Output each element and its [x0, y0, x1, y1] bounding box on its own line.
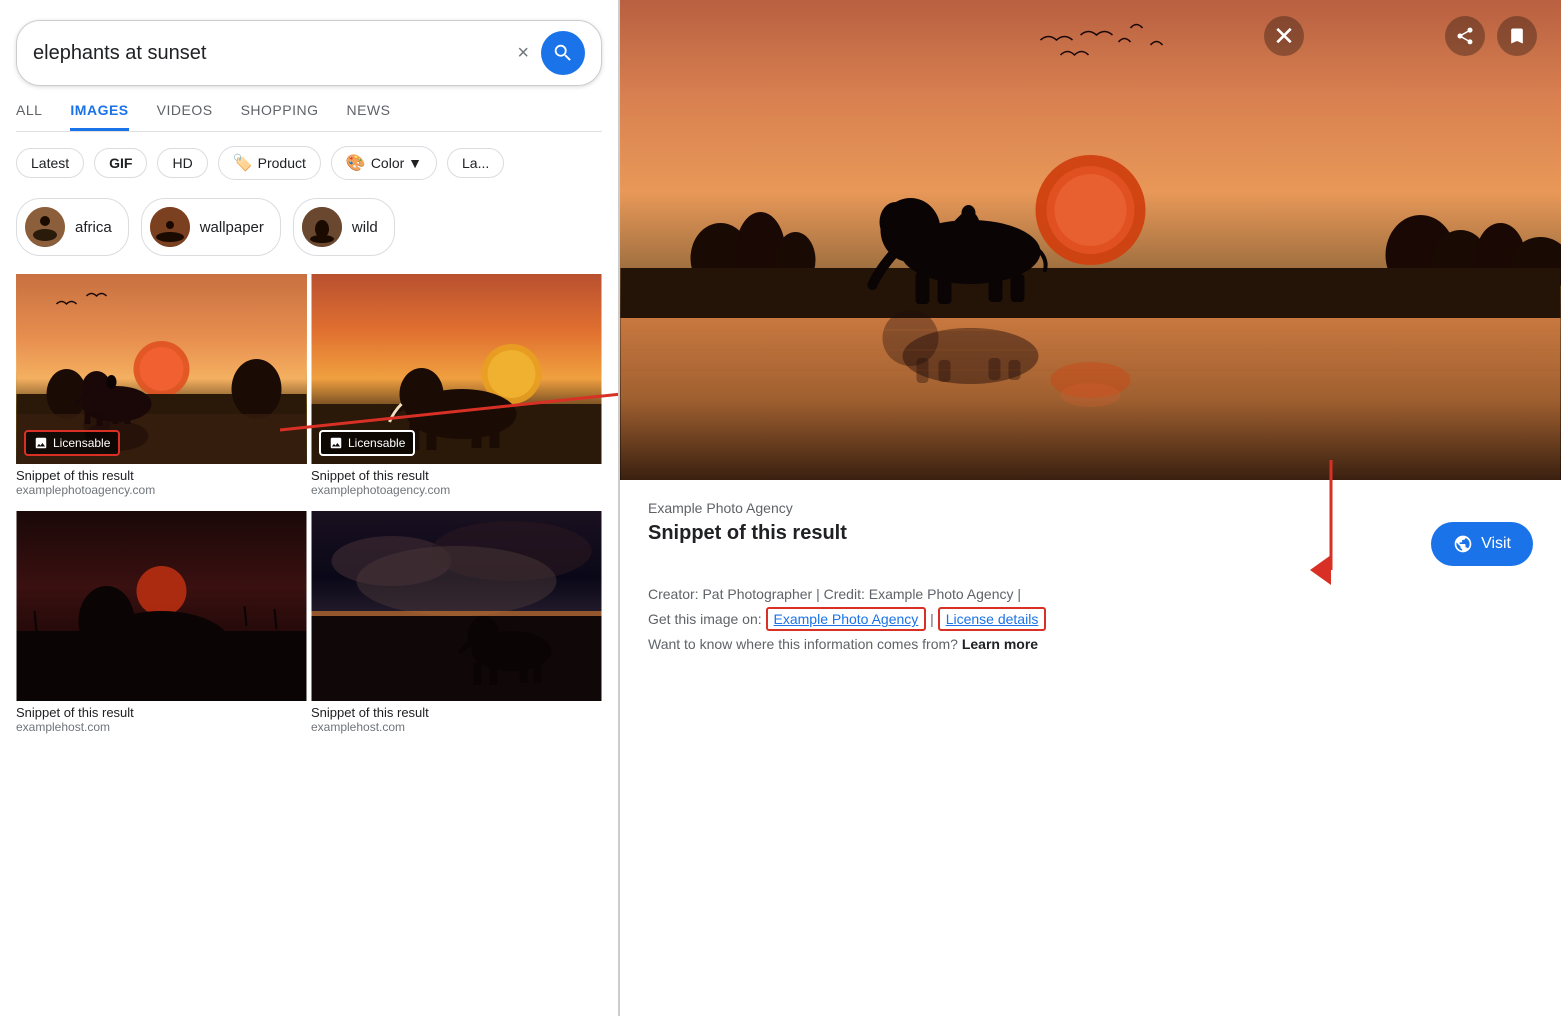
nav-tabs: ALL IMAGES VIDEOS SHOPPING NEWS: [16, 102, 602, 132]
licensable-badge-1: Licensable: [24, 430, 120, 456]
grid-caption-1: Snippet of this result: [16, 468, 307, 483]
header-actions: [1445, 16, 1537, 56]
search-clear-icon[interactable]: ×: [517, 42, 529, 65]
grid-item-3[interactable]: Snippet of this result examplehost.com: [16, 511, 307, 744]
search-bar: ×: [16, 20, 602, 86]
grid-caption-3: Snippet of this result: [16, 705, 307, 720]
meta-line2: Get this image on: Example Photo Agency …: [648, 607, 1533, 632]
licensable-badge-2: Licensable: [319, 430, 415, 456]
meta-learn-more[interactable]: Learn more: [962, 636, 1038, 652]
filter-more-label: La...: [462, 155, 489, 171]
licensable-label-1: Licensable: [53, 436, 110, 450]
grid-item-1[interactable]: Licensable Snippet of this result exampl…: [16, 274, 307, 507]
tab-all[interactable]: ALL: [16, 102, 42, 131]
detail-title-row: Snippet of this result Visit: [648, 522, 1533, 566]
grid-source-4: examplehost.com: [311, 720, 602, 734]
licensable-icon-2: [329, 436, 343, 450]
grid-caption-2: Snippet of this result: [311, 468, 602, 483]
filter-hd-label: HD: [172, 155, 192, 171]
tab-videos[interactable]: VIDEOS: [157, 102, 213, 131]
africa-thumb-icon: [25, 207, 65, 247]
chip-img-africa: [25, 207, 65, 247]
related-chip-africa[interactable]: africa: [16, 198, 129, 256]
product-icon: 🏷️: [233, 153, 253, 173]
search-button[interactable]: [541, 31, 585, 75]
tab-news[interactable]: NEWS: [346, 102, 390, 131]
detail-header: ✕: [1240, 0, 1561, 72]
chip-wild-label: wild: [352, 219, 378, 236]
share-button[interactable]: [1445, 16, 1485, 56]
visit-label: Visit: [1481, 535, 1511, 553]
chip-img-wallpaper: [150, 207, 190, 247]
filter-latest-label: Latest: [31, 155, 69, 171]
tab-images[interactable]: IMAGES: [70, 102, 128, 131]
chip-africa-label: africa: [75, 219, 112, 236]
detail-hero-svg: [620, 0, 1561, 480]
detail-hero-image: [620, 0, 1561, 480]
search-input[interactable]: [33, 42, 517, 65]
image-grid: Licensable Snippet of this result exampl…: [16, 274, 602, 744]
detail-title: Snippet of this result: [648, 522, 847, 545]
filter-color[interactable]: 🎨 Color ▼: [331, 146, 437, 180]
filter-more[interactable]: La...: [447, 148, 504, 178]
filter-gif-label: GIF: [109, 155, 132, 171]
filter-gif[interactable]: GIF: [94, 148, 147, 178]
grid-source-1: examplephotoagency.com: [16, 483, 307, 497]
visit-button[interactable]: Visit: [1431, 522, 1533, 566]
filter-product-label: Product: [258, 155, 306, 171]
meta-line3: Want to know where this information come…: [648, 632, 1533, 657]
tab-shopping[interactable]: SHOPPING: [241, 102, 319, 131]
filter-product[interactable]: 🏷️ Product: [218, 146, 321, 180]
detail-hero-bg: [620, 0, 1561, 480]
licensable-icon-1: [34, 436, 48, 450]
wallpaper-thumb-icon: [150, 207, 190, 247]
right-panel: ✕: [620, 0, 1561, 1016]
filter-row: Latest GIF HD 🏷️ Product 🎨 Color ▼ La...: [16, 146, 602, 180]
meta-get-prefix: Get this image on:: [648, 611, 762, 627]
related-chip-wallpaper[interactable]: wallpaper: [141, 198, 281, 256]
chip-img-wild: [302, 207, 342, 247]
licensable-label-2: Licensable: [348, 436, 405, 450]
detail-meta: Creator: Pat Photographer | Credit: Exam…: [648, 582, 1533, 658]
meta-separator: |: [930, 611, 934, 627]
grid-caption-4: Snippet of this result: [311, 705, 602, 720]
meta-link-agency[interactable]: Example Photo Agency: [766, 607, 927, 631]
meta-where-prefix: Want to know where this information come…: [648, 636, 958, 652]
meta-link-license[interactable]: License details: [938, 607, 1047, 631]
grid-source-2: examplephotoagency.com: [311, 483, 602, 497]
visit-icon: [1453, 534, 1473, 554]
filter-color-label: Color ▼: [371, 155, 422, 171]
filter-hd[interactable]: HD: [157, 148, 207, 178]
wild-thumb-icon: [302, 207, 342, 247]
close-button[interactable]: ✕: [1264, 16, 1304, 56]
related-chip-wild[interactable]: wild: [293, 198, 395, 256]
share-icon: [1455, 26, 1475, 46]
color-icon: 🎨: [346, 153, 366, 173]
detail-content: Example Photo Agency Snippet of this res…: [620, 480, 1561, 1016]
chip-wallpaper-label: wallpaper: [200, 219, 264, 236]
grid-source-3: examplehost.com: [16, 720, 307, 734]
bookmark-button[interactable]: [1497, 16, 1537, 56]
grid-item-2[interactable]: Licensable Snippet of this result exampl…: [311, 274, 602, 507]
search-icon: [552, 42, 574, 64]
grid-img-3: [16, 511, 307, 701]
grid-img-4: [311, 511, 602, 701]
left-panel: × ALL IMAGES VIDEOS SHOPPING NEWS Latest…: [0, 0, 620, 1016]
related-chips-row: africa wallpaper wild: [16, 198, 602, 256]
grid-item-4[interactable]: Snippet of this result examplehost.com: [311, 511, 602, 744]
filter-latest[interactable]: Latest: [16, 148, 84, 178]
detail-agency: Example Photo Agency: [648, 500, 1533, 516]
bookmark-icon: [1507, 26, 1527, 46]
meta-line1: Creator: Pat Photographer | Credit: Exam…: [648, 582, 1533, 607]
